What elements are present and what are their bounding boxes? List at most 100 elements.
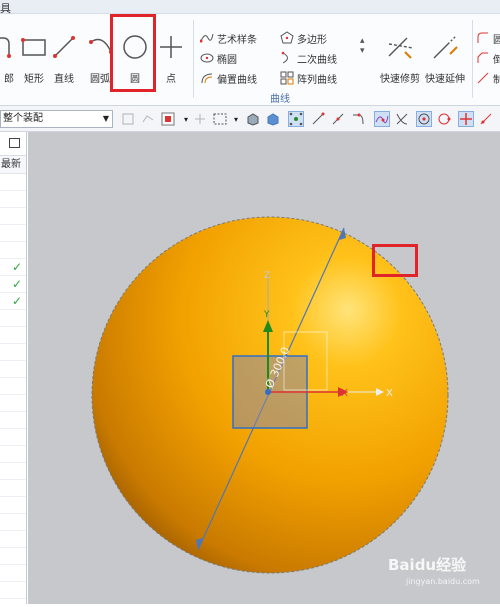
conic-label: 二次曲线 xyxy=(297,54,337,66)
make-corner-icon xyxy=(476,71,490,85)
column-header-latest[interactable]: 最新 xyxy=(0,156,26,174)
snap-points-icon[interactable] xyxy=(288,111,304,127)
viewport-canvas[interactable]: X X Z Y Ø 300.0 Baidu经验 jingyan.baidu.co… xyxy=(28,132,500,604)
navigator-row[interactable] xyxy=(0,344,26,361)
select-feature-icon[interactable] xyxy=(160,111,176,127)
spline-icon xyxy=(200,31,214,45)
point-button[interactable]: 点 xyxy=(151,28,191,90)
rectangle-select-icon[interactable] xyxy=(212,111,228,127)
offset-curve-label: 偏置曲线 xyxy=(217,74,257,86)
navigator-rows: ✓ ✓ ✓ xyxy=(0,174,26,599)
point-on-curve-icon[interactable] xyxy=(478,111,494,127)
watermark-text: Baidu经验 xyxy=(388,556,467,574)
navigator-row[interactable] xyxy=(0,242,26,259)
navigator-row[interactable] xyxy=(0,395,26,412)
up-to-date-check-icon: ✓ xyxy=(11,260,22,274)
navigator-row[interactable] xyxy=(0,412,26,429)
y-axis-label: Y xyxy=(263,310,270,320)
mid-point-icon[interactable] xyxy=(330,111,346,127)
x-axis-label: X xyxy=(341,388,348,399)
maximize-icon[interactable] xyxy=(9,138,20,148)
navigator-row[interactable] xyxy=(0,582,26,599)
navigator-row[interactable] xyxy=(0,565,26,582)
end-point-icon[interactable] xyxy=(310,111,326,127)
snap-icon[interactable] xyxy=(192,111,208,127)
navigator-row[interactable] xyxy=(0,548,26,565)
block-icon[interactable] xyxy=(245,111,261,127)
select-assembly-icon[interactable] xyxy=(140,111,156,127)
quadrant-point-icon[interactable] xyxy=(436,111,452,127)
polygon-button[interactable]: 多边形 xyxy=(280,30,327,46)
divider xyxy=(472,20,473,98)
fillet-button[interactable]: 圆 xyxy=(476,30,500,46)
navigator-row[interactable] xyxy=(0,446,26,463)
quick-trim-button[interactable]: 快速修剪 xyxy=(380,28,420,90)
line-icon xyxy=(44,28,84,66)
polygon-icon xyxy=(280,31,294,45)
pattern-curve-label: 阵列曲线 xyxy=(297,74,337,86)
line-button[interactable]: 直线 xyxy=(44,28,84,90)
offset-curve-button[interactable]: 偏置曲线 xyxy=(200,70,257,86)
conic-button[interactable]: 二次曲线 xyxy=(280,50,337,66)
control-point-icon[interactable] xyxy=(350,111,366,127)
navigator-row[interactable] xyxy=(0,310,26,327)
navigator-row[interactable] xyxy=(0,174,26,191)
app-title-strip: 具 xyxy=(0,0,500,15)
panel-header xyxy=(0,132,26,156)
studio-spline-button[interactable]: 艺术样条 xyxy=(200,30,257,46)
shaded-body-icon[interactable] xyxy=(265,111,281,127)
ribbon-curve-group: 郎 矩形 直线 圆弧 圆 点 艺术样条 椭圆 偏置曲线 多边形 二次曲线 阵列曲… xyxy=(0,14,500,106)
graphics-viewport[interactable]: X X Z Y Ø 300.0 Baidu经验 jingyan.baidu.co… xyxy=(28,132,500,604)
quick-trim-label: 快速修剪 xyxy=(380,74,420,85)
arc-center-icon[interactable] xyxy=(416,111,432,127)
navigator-row[interactable] xyxy=(0,361,26,378)
ellipse-label: 椭圆 xyxy=(217,54,237,66)
offset-curve-icon xyxy=(200,71,214,85)
part-navigator-panel: 最新 ✓ ✓ ✓ xyxy=(0,132,27,604)
fillet-label: 圆 xyxy=(493,34,500,46)
quick-extend-label: 快速延伸 xyxy=(425,74,465,85)
curve-group-label: 曲线 xyxy=(270,94,290,105)
navigator-row[interactable]: ✓ xyxy=(0,276,26,293)
make-corner-button[interactable]: 制 xyxy=(476,70,500,86)
pattern-curve-button[interactable]: 阵列曲线 xyxy=(280,70,337,86)
navigator-row[interactable] xyxy=(0,497,26,514)
navigator-row[interactable] xyxy=(0,191,26,208)
divider xyxy=(193,20,194,98)
navigator-row[interactable] xyxy=(0,327,26,344)
navigator-row[interactable] xyxy=(0,378,26,395)
conic-icon xyxy=(280,51,294,65)
assembly-scope-select[interactable]: 整个装配 ▼ xyxy=(0,110,113,128)
navigator-row[interactable] xyxy=(0,514,26,531)
navigator-row[interactable] xyxy=(0,480,26,497)
x-axis-ghost-label: X xyxy=(386,388,393,399)
chevron-down-icon: ▼ xyxy=(102,114,109,123)
quick-extend-button[interactable]: 快速延伸 xyxy=(425,28,465,90)
quick-trim-icon xyxy=(380,28,420,66)
navigator-row[interactable] xyxy=(0,531,26,548)
navigator-row[interactable] xyxy=(0,463,26,480)
navigator-row[interactable] xyxy=(0,429,26,446)
fillet-icon xyxy=(476,31,490,45)
assembly-scope-value: 整个装配 xyxy=(3,113,43,124)
curve-point-icon[interactable] xyxy=(374,111,390,127)
make-corner-label: 制 xyxy=(493,74,500,86)
ellipse-icon xyxy=(200,51,214,65)
existing-point-icon[interactable] xyxy=(458,111,474,127)
chamfer-icon xyxy=(476,51,490,65)
point-label: 点 xyxy=(166,74,176,85)
ellipse-button[interactable]: 椭圆 xyxy=(200,50,237,66)
navigator-row[interactable] xyxy=(0,225,26,242)
line-label: 直线 xyxy=(54,74,74,85)
navigator-row[interactable]: ✓ xyxy=(0,259,26,276)
csys-origin-handle[interactable] xyxy=(265,389,271,395)
pattern-curve-icon xyxy=(280,71,294,85)
watermark-url: jingyan.baidu.com xyxy=(405,577,480,586)
intersection-icon[interactable] xyxy=(394,111,410,127)
select-filter-icon[interactable] xyxy=(120,111,136,127)
navigator-row[interactable]: ✓ xyxy=(0,293,26,310)
ribbon-scroll-icon[interactable]: ▴ ▾ xyxy=(360,36,365,56)
chamfer-button[interactable]: 倒 xyxy=(476,50,500,66)
navigator-row[interactable] xyxy=(0,208,26,225)
chevron-down-icon[interactable]: ▾ xyxy=(228,111,244,127)
